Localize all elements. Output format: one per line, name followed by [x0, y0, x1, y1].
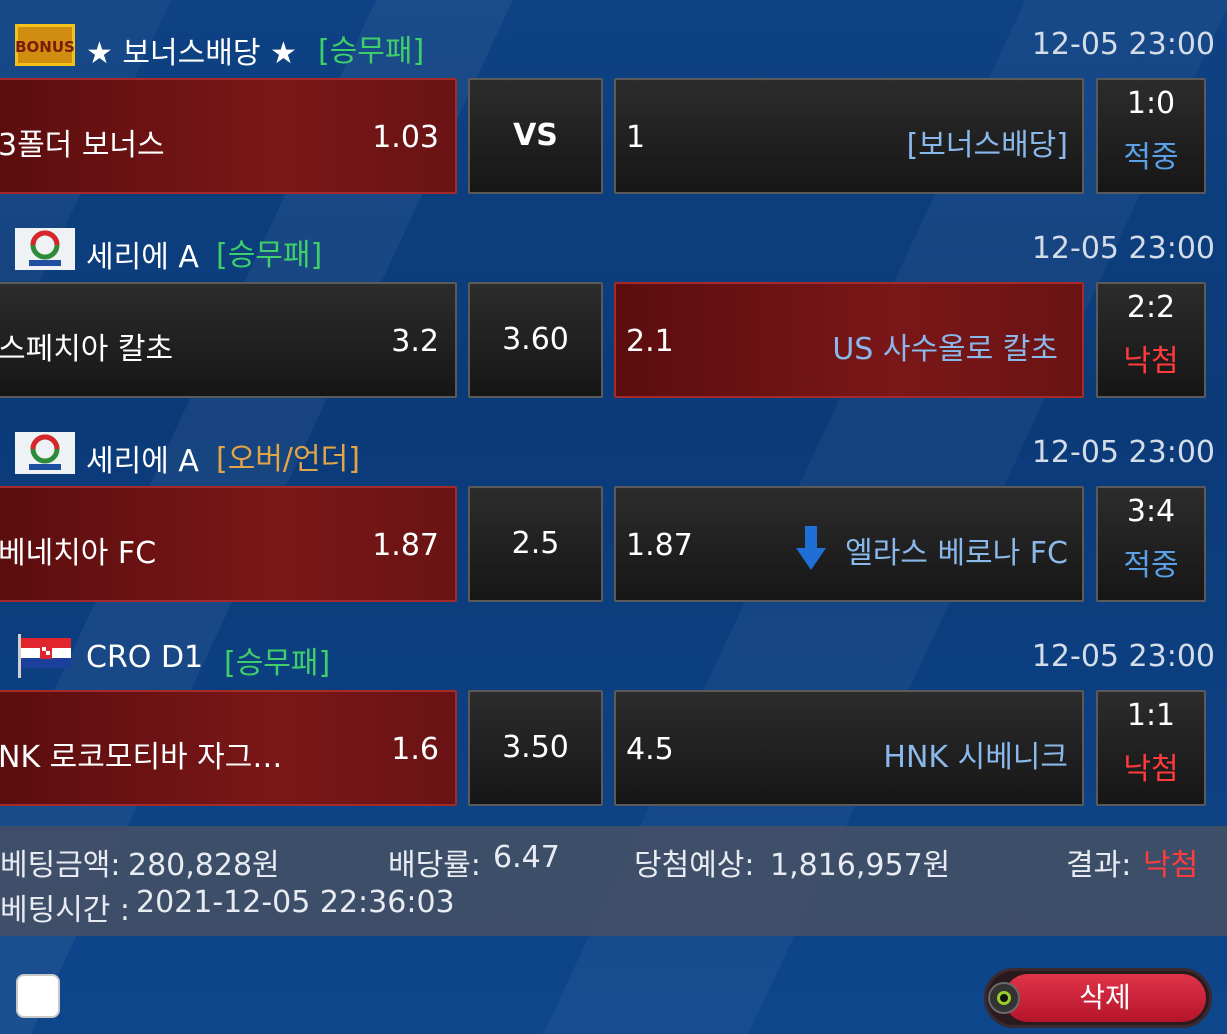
league-name: ★ 보너스배당 ★ — [86, 36, 297, 71]
bet-type-label: [오버/언더] — [216, 442, 360, 477]
expected-win: 1,816,957원 — [770, 848, 951, 883]
match-row: 세리에 A [오버/언더] 12-05 23:00 베네치아 FC 1.87 2… — [0, 408, 1227, 612]
away-team-name: 엘라스 베로나 FC — [845, 536, 1068, 571]
bet-summary: 베팅금액: 280,828원 배당률: 6.47 당첨예상: 1,816,957… — [0, 826, 1227, 936]
result-status: 낙첨 — [1123, 752, 1179, 787]
svg-text:BONUS: BONUS — [15, 38, 75, 56]
delete-label: 삭제 — [1004, 974, 1206, 1022]
bet-type-label: [승무패] — [318, 34, 425, 69]
away-odds: 1.87 — [626, 528, 693, 563]
draw-selection[interactable]: VS — [468, 78, 603, 194]
final-score: 1:0 — [1126, 86, 1176, 121]
home-odds: 1.03 — [372, 120, 439, 155]
bet-time-label: 베팅시간 : — [0, 893, 131, 928]
result-status: 적중 — [1123, 140, 1179, 175]
result-box: 3:4 적중 — [1096, 486, 1206, 602]
bonus-badge-icon: BONUS — [15, 24, 75, 66]
expected-win-label: 당첨예상: — [634, 848, 755, 883]
home-team-name: 3폴더 보너스 — [0, 128, 165, 163]
match-header: CRO D1 [승무패] 12-05 23:00 — [0, 612, 1227, 692]
home-odds: 3.2 — [391, 324, 439, 359]
bet-time: 2021-12-05 22:36:03 — [136, 885, 455, 920]
home-selection[interactable]: 3폴더 보너스 1.03 — [0, 78, 457, 194]
result-value: 낙첨 — [1143, 848, 1199, 883]
final-score: 3:4 — [1126, 494, 1176, 529]
home-selection[interactable]: 베네치아 FC 1.87 — [0, 486, 457, 602]
home-selection[interactable]: NK 로코모티바 자그… 1.6 — [0, 690, 457, 806]
away-team-name: [보너스배당] — [906, 128, 1068, 163]
toggle-knob-icon — [988, 982, 1020, 1014]
match-row: CRO D1 [승무패] 12-05 23:00 NK 로코모티바 자그… 1.… — [0, 612, 1227, 816]
bet-amount: 280,828원 — [128, 848, 280, 883]
away-odds: 1 — [626, 120, 646, 155]
home-team-name: 스페치아 칼초 — [0, 332, 174, 367]
line-selection[interactable]: 2.5 — [468, 486, 603, 602]
delete-button[interactable]: 삭제 — [984, 968, 1212, 1028]
match-row: BONUS ★ 보너스배당 ★ [승무패] 12-05 23:00 3폴더 보너… — [0, 0, 1227, 204]
league-name: 세리에 A — [86, 444, 199, 479]
serie-a-logo-icon — [15, 228, 75, 270]
away-odds: 2.1 — [626, 324, 674, 359]
away-odds: 4.5 — [626, 732, 674, 767]
bet-type-label: [승무패] — [224, 646, 331, 681]
draw-selection[interactable]: 3.60 — [468, 282, 603, 398]
home-selection[interactable]: 스페치아 칼초 3.2 — [0, 282, 457, 398]
home-team-name: NK 로코모티바 자그… — [0, 740, 283, 775]
kickoff-time: 12-05 23:00 — [1031, 231, 1215, 266]
match-row: 세리에 A [승무패] 12-05 23:00 스페치아 칼초 3.2 3.60… — [0, 204, 1227, 408]
result-status: 낙첨 — [1123, 344, 1179, 379]
kickoff-time: 12-05 23:00 — [1031, 435, 1215, 470]
arrow-down-icon — [796, 526, 826, 578]
bet-amount-label: 베팅금액: — [0, 848, 121, 883]
croatia-flag-icon — [16, 632, 76, 678]
match-header: 세리에 A [오버/언더] 12-05 23:00 — [0, 408, 1227, 488]
select-checkbox[interactable] — [16, 974, 60, 1018]
league-name: 세리에 A — [86, 240, 199, 275]
home-odds: 1.87 — [372, 528, 439, 563]
kickoff-time: 12-05 23:00 — [1031, 27, 1215, 62]
league-name: CRO D1 — [86, 640, 204, 675]
away-selection[interactable]: 1.87 엘라스 베로나 FC — [614, 486, 1084, 602]
odds-label: 배당률: — [388, 848, 481, 883]
home-odds: 1.6 — [391, 732, 439, 767]
kickoff-time: 12-05 23:00 — [1031, 639, 1215, 674]
result-box: 2:2 낙첨 — [1096, 282, 1206, 398]
total-odds: 6.47 — [493, 840, 560, 875]
away-selection[interactable]: 1 [보너스배당] — [614, 78, 1084, 194]
final-score: 2:2 — [1126, 290, 1176, 325]
away-selection[interactable]: 2.1 US 사수올로 칼초 — [614, 282, 1084, 398]
result-box: 1:0 적중 — [1096, 78, 1206, 194]
away-team-name: US 사수올로 칼초 — [832, 332, 1058, 367]
away-selection[interactable]: 4.5 HNK 시베니크 — [614, 690, 1084, 806]
result-status: 적중 — [1123, 548, 1179, 583]
bet-type-label: [승무패] — [216, 238, 323, 273]
match-header: 세리에 A [승무패] 12-05 23:00 — [0, 204, 1227, 284]
final-score: 1:1 — [1126, 698, 1176, 733]
result-box: 1:1 낙첨 — [1096, 690, 1206, 806]
result-label: 결과: — [1066, 848, 1132, 883]
match-header: BONUS ★ 보너스배당 ★ [승무패] 12-05 23:00 — [0, 0, 1227, 80]
draw-selection[interactable]: 3.50 — [468, 690, 603, 806]
serie-a-logo-icon — [15, 432, 75, 474]
home-team-name: 베네치아 FC — [0, 536, 157, 571]
away-team-name: HNK 시베니크 — [883, 740, 1068, 775]
